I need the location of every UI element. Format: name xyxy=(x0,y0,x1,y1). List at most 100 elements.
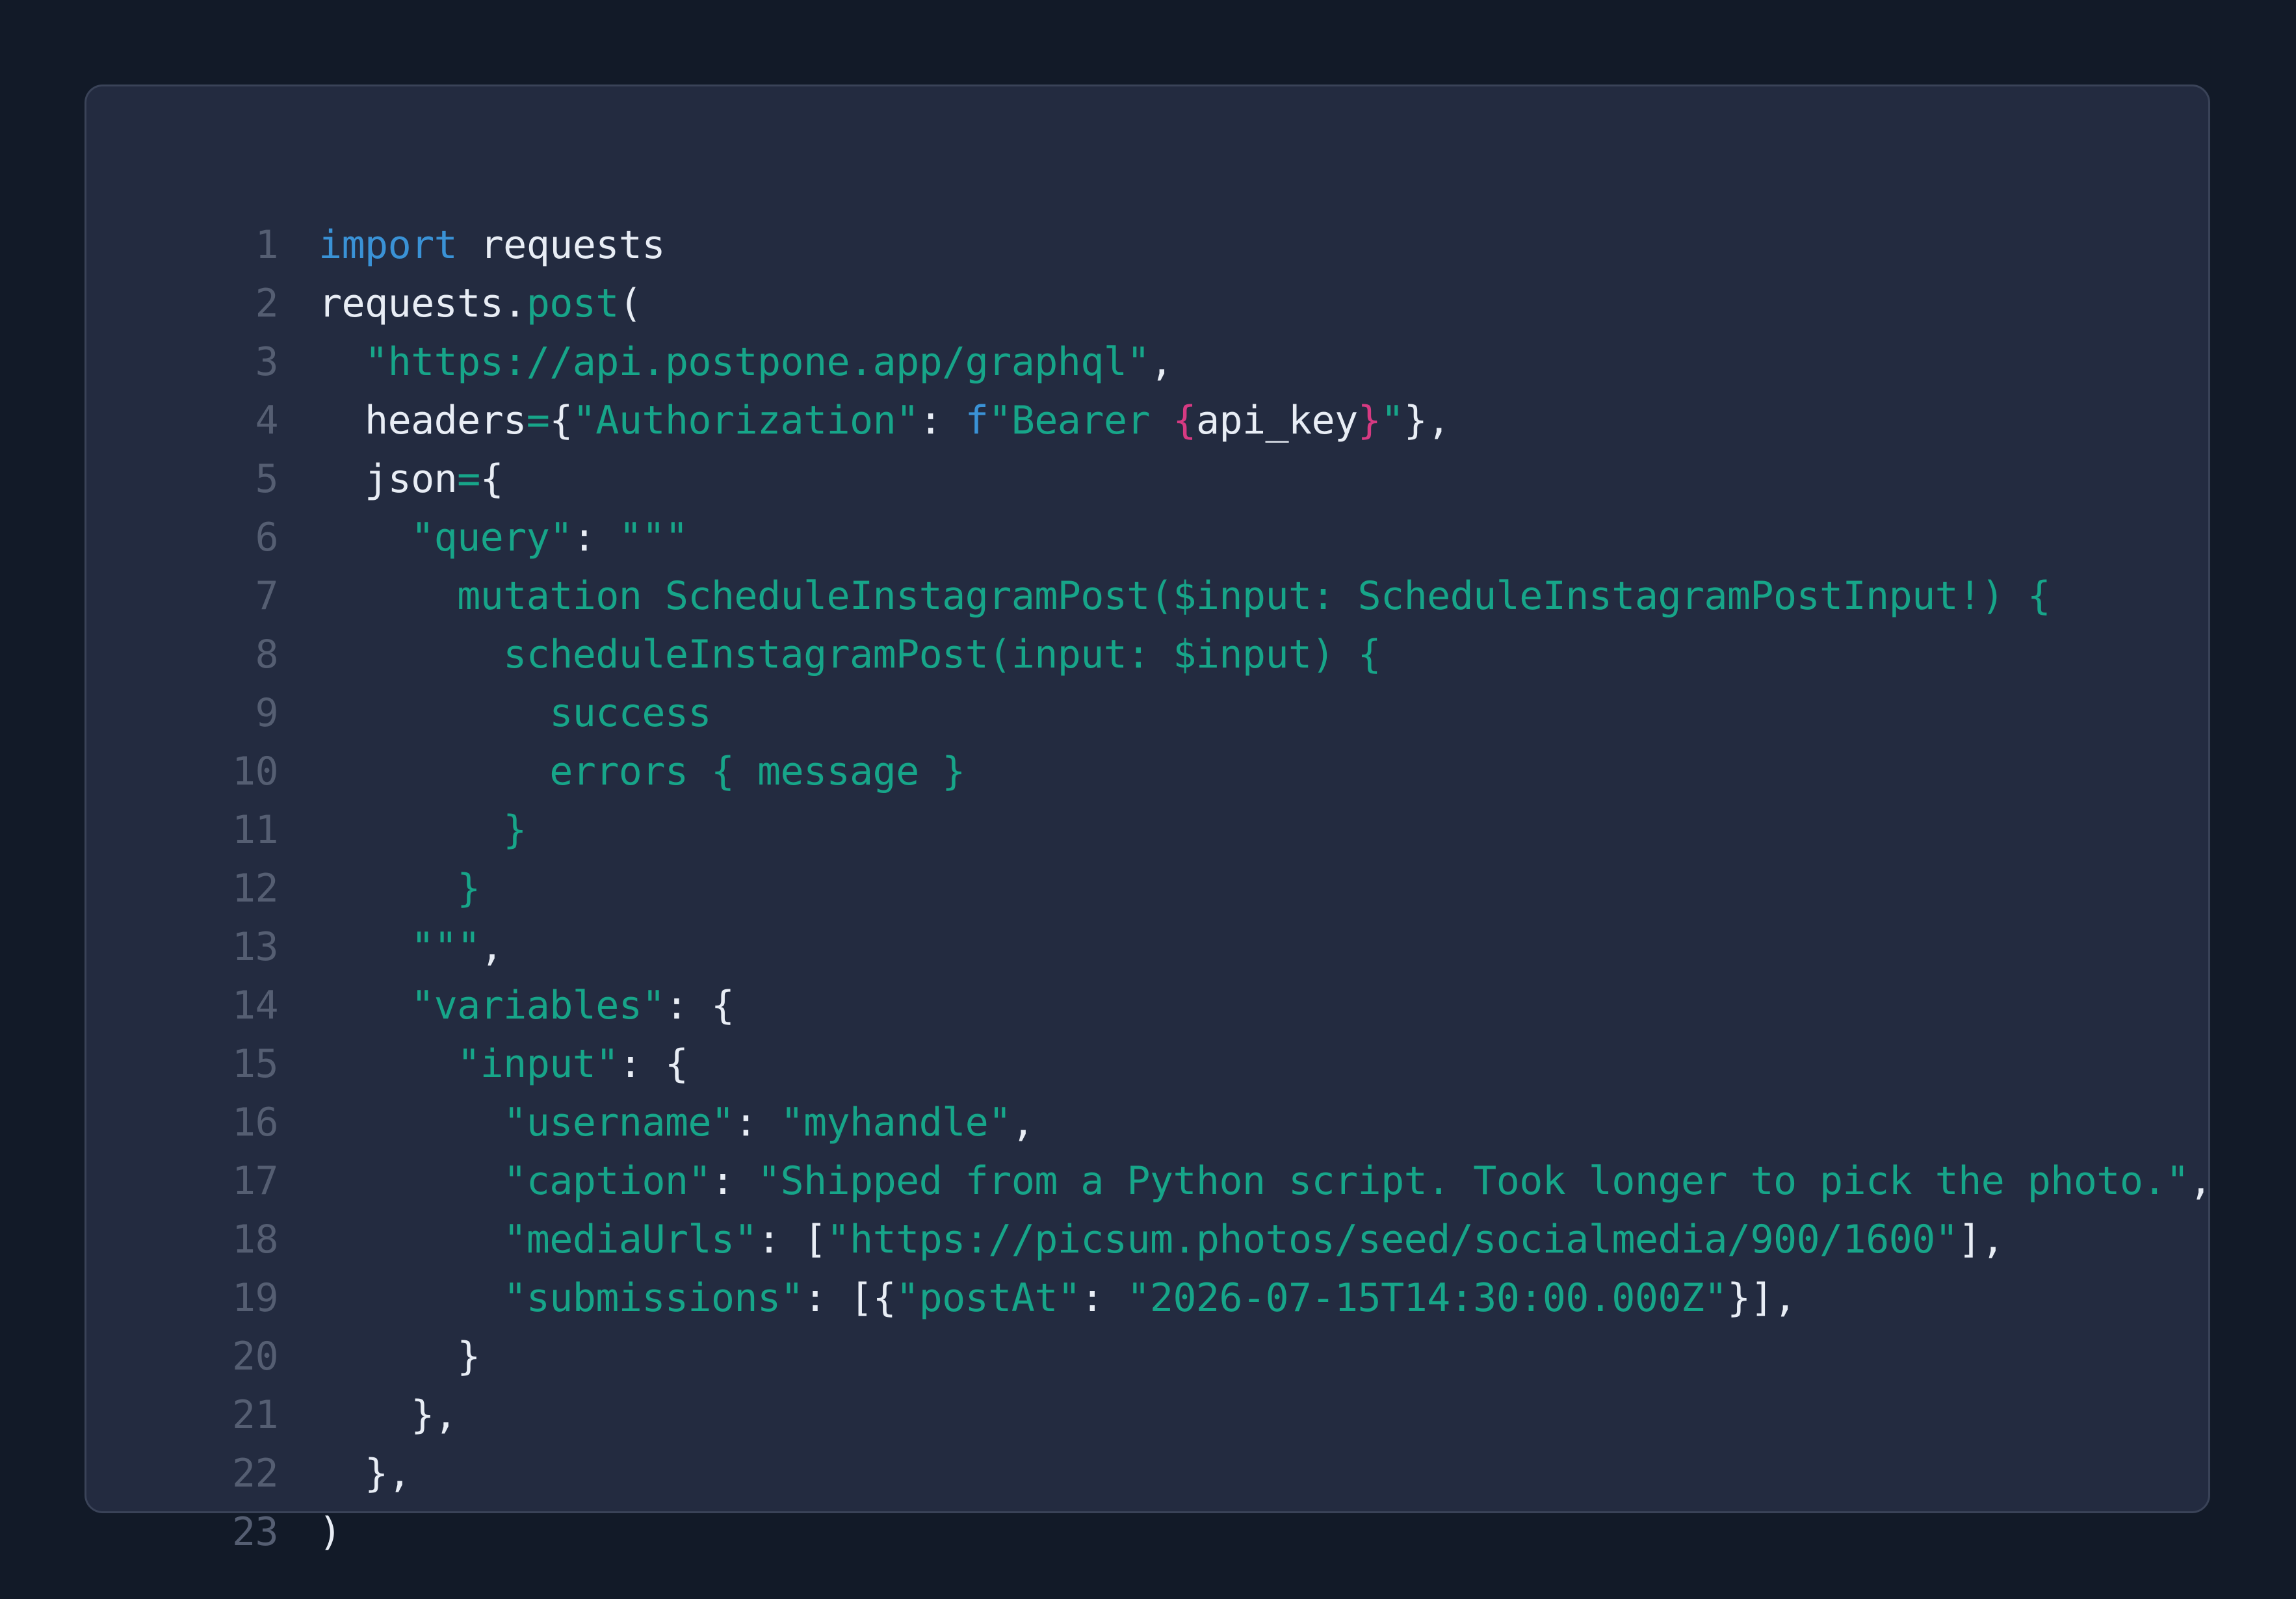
code-text: } xyxy=(319,859,480,918)
code-text: "mediaUrls": ["https://picsum.photos/see… xyxy=(319,1210,2005,1269)
line-number: 23 xyxy=(231,1509,279,1555)
code-token: "myhandle" xyxy=(780,1100,1011,1145)
code-line: 6 "query": """ xyxy=(86,508,2208,567)
code-token: "Bearer xyxy=(988,398,1173,443)
code-text: import requests xyxy=(319,216,665,274)
code-token: : xyxy=(919,398,965,443)
code-token: }], xyxy=(1727,1275,1797,1321)
code-line: 9 success xyxy=(86,684,2208,742)
code-token: : xyxy=(734,1100,781,1145)
code-text: "variables": { xyxy=(319,976,735,1035)
code-token: "submissions" xyxy=(503,1275,803,1321)
code-text: headers={"Authorization": f"Bearer {api_… xyxy=(319,391,1450,450)
code-token: } xyxy=(319,866,480,911)
line-number: 12 xyxy=(231,866,279,911)
line-number: 13 xyxy=(231,924,279,970)
code-token: : { xyxy=(618,1041,688,1087)
code-token: { xyxy=(1173,398,1196,443)
code-token: ( xyxy=(618,281,642,326)
code-line: 19 "submissions": [{"postAt": "2026-07-1… xyxy=(86,1269,2208,1327)
line-number: 14 xyxy=(231,983,279,1028)
code-token: ], xyxy=(1958,1217,2005,1262)
code-token: : xyxy=(572,515,619,560)
code-text: "https://api.postpone.app/graphql", xyxy=(319,333,1173,391)
line-number: 5 xyxy=(255,456,278,502)
code-text: } xyxy=(319,801,527,859)
line-number: 17 xyxy=(231,1158,279,1204)
line-number: 15 xyxy=(231,1041,279,1087)
code-token: = xyxy=(526,398,550,443)
code-line: 4 headers={"Authorization": f"Bearer {ap… xyxy=(86,391,2208,450)
code-token: } xyxy=(319,1334,480,1379)
code-token: requests. xyxy=(319,281,527,326)
code-text: scheduleInstagramPost(input: $input) { xyxy=(319,625,1381,684)
line-number: 3 xyxy=(255,339,278,385)
code-token: }, xyxy=(1403,398,1451,443)
code-line: 3 "https://api.postpone.app/graphql", xyxy=(86,333,2208,391)
code-text: "caption": "Shipped from a Python script… xyxy=(319,1152,2212,1210)
code-text: }, xyxy=(319,1444,411,1503)
code-token: }, xyxy=(319,1392,458,1438)
code-token: "username" xyxy=(503,1100,735,1145)
code-text: requests.post( xyxy=(319,274,642,333)
code-token: "caption" xyxy=(503,1158,711,1204)
code-line: 2 requests.post( xyxy=(86,274,2208,333)
code-line: 15 "input": { xyxy=(86,1035,2208,1093)
code-line: 7 mutation ScheduleInstagramPost($input:… xyxy=(86,567,2208,625)
code-token: post xyxy=(526,281,620,326)
line-number: 16 xyxy=(231,1100,279,1145)
code-token: success xyxy=(319,690,711,736)
code-token: "2026-07-15T14:30:00.000Z" xyxy=(1127,1275,1727,1321)
code-token: requests xyxy=(457,222,666,268)
code-token: api_key xyxy=(1195,398,1358,443)
line-number: 11 xyxy=(231,807,279,853)
code-token: "query" xyxy=(411,515,573,560)
code-text: success xyxy=(319,684,711,742)
code-text: "username": "myhandle", xyxy=(319,1093,1035,1152)
code-line: 21 }, xyxy=(86,1386,2208,1444)
line-number: 6 xyxy=(255,515,278,560)
code-token: json xyxy=(319,456,458,502)
code-text: errors { message } xyxy=(319,742,965,801)
code-token: = xyxy=(457,456,480,502)
code-line: 11 } xyxy=(86,801,2208,859)
code-token: : [ xyxy=(757,1217,827,1262)
code-token: }, xyxy=(319,1451,411,1496)
line-number: 4 xyxy=(255,398,278,443)
code-token: , xyxy=(480,924,504,970)
code-token: : [{ xyxy=(803,1275,896,1321)
code-token: "mediaUrls" xyxy=(503,1217,757,1262)
code-token: mutation ScheduleInstagramPost($input: S… xyxy=(319,573,2051,619)
code-token: , xyxy=(1149,339,1173,385)
code-text: mutation ScheduleInstagramPost($input: S… xyxy=(319,567,2051,625)
code-token: { xyxy=(480,456,504,502)
line-number: 22 xyxy=(231,1451,279,1496)
code-token: "postAt" xyxy=(896,1275,1081,1321)
code-token: f xyxy=(965,398,989,443)
code-line: 16 "username": "myhandle", xyxy=(86,1093,2208,1152)
code-line: 20 } xyxy=(86,1327,2208,1386)
line-number: 18 xyxy=(231,1217,279,1262)
code-text: "query": """ xyxy=(319,508,688,567)
code-token: : { xyxy=(664,983,735,1028)
code-token: """ xyxy=(319,924,480,970)
code-text: } xyxy=(319,1327,480,1386)
code-block-panel: 1 import requests 2 requests.post(3 "https:… xyxy=(85,84,2213,1555)
code-token: : xyxy=(1080,1275,1127,1321)
code-text: }, xyxy=(319,1386,458,1444)
code-text: "submissions": [{"postAt": "2026-07-15T1… xyxy=(319,1269,1797,1327)
code-line: 10 errors { message } xyxy=(86,742,2208,801)
code-token: "Authorization" xyxy=(572,398,919,443)
code-token: : xyxy=(711,1158,757,1204)
code-line: 12 } xyxy=(86,859,2208,918)
line-number: 2 xyxy=(255,281,278,326)
code-text: json={ xyxy=(319,450,504,508)
code-token: headers xyxy=(319,398,527,443)
